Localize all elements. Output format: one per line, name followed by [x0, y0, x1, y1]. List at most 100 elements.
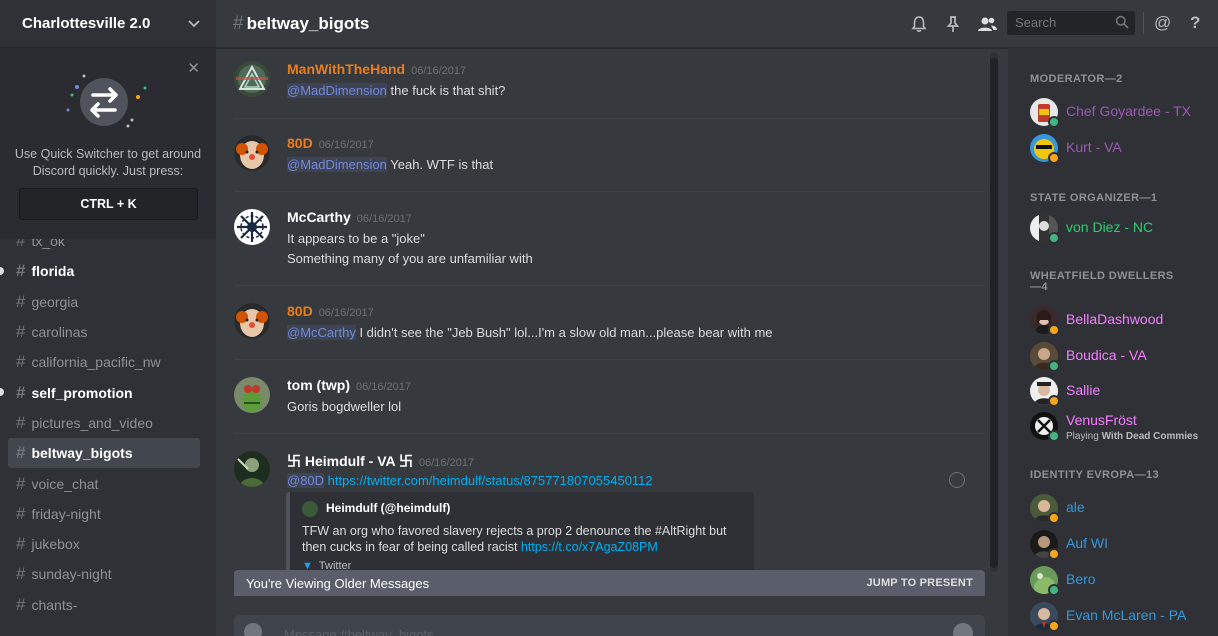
channel-item-jukebox[interactable]: # jukebox: [0, 529, 216, 559]
member-item[interactable]: Chef Goyardee - TX: [1030, 98, 1215, 130]
message-body: 80D 06/16/2017 @MadDimension Yeah. WTF i…: [287, 135, 977, 175]
help-icon[interactable]: ?: [1190, 13, 1200, 33]
user-mention[interactable]: @MadDimension: [287, 83, 387, 98]
older-messages-bar: You're Viewing Older Messages JUMP TO PR…: [234, 570, 985, 596]
hash-icon: #: [16, 322, 26, 342]
upload-plus-icon[interactable]: [244, 623, 262, 636]
channel-label: friday-night: [31, 505, 101, 522]
member-item[interactable]: Sallie: [1030, 377, 1215, 409]
member-list: MODERATOR—2 Chef Goyardee - TX Kurt - VA…: [1008, 48, 1218, 636]
embed-author[interactable]: Heimdulf (@heimdulf): [326, 501, 450, 515]
status-online-icon: [1048, 430, 1060, 442]
channel-label: self_promotion: [31, 384, 133, 401]
member-item[interactable]: Auf WI: [1030, 530, 1215, 562]
member-name: von Diez - NC: [1066, 219, 1154, 235]
server-header[interactable]: Charlottesville 2.0: [0, 0, 216, 48]
pin-icon[interactable]: [940, 11, 966, 37]
member-item[interactable]: Bero: [1030, 566, 1215, 598]
member-item[interactable]: VenusFröst Playing With Dead Commies: [1030, 412, 1215, 444]
channel-item-carolinas[interactable]: # carolinas: [0, 317, 216, 347]
channel-header: # beltway_bigots Search @ ?: [216, 0, 1218, 48]
message-text: the fuck is that shit?: [386, 83, 506, 98]
emoji-picker-icon[interactable]: [953, 623, 973, 636]
message-timestamp: 06/16/2017: [419, 457, 475, 469]
scrollbar-thumb[interactable]: [990, 58, 998, 568]
quick-switcher-illustration-icon: [66, 74, 147, 128]
message-body: McCarthy 06/16/2017 It appears to be a "…: [287, 209, 977, 269]
search-placeholder: Search: [1015, 15, 1057, 30]
member-name: Chef Goyardee - TX: [1066, 103, 1192, 119]
user-mention[interactable]: @80D: [287, 473, 325, 488]
search-input[interactable]: Search: [1007, 11, 1135, 35]
member-item[interactable]: BellaDashwood: [1030, 306, 1215, 338]
message-text: Goris bogdweller lol: [287, 399, 402, 414]
member-item[interactable]: von Diez - NC: [1030, 214, 1215, 246]
add-reaction-icon[interactable]: [949, 472, 965, 488]
message-body: tom (twp) 06/16/2017 Goris bogdweller lo…: [287, 377, 977, 417]
channel-title-text: beltway_bigots: [246, 13, 370, 33]
member-item[interactable]: Kurt - VA: [1030, 134, 1215, 166]
member-name: Bero: [1066, 571, 1096, 587]
avatar[interactable]: [234, 303, 270, 339]
message: McCarthy 06/16/2017 It appears to be a "…: [234, 209, 985, 269]
message-content: @80D https://twitter.com/heimdulf/status…: [287, 471, 977, 491]
channel-label: florida: [31, 263, 75, 280]
avatar[interactable]: [234, 377, 270, 413]
message-body: 卐 Heimdulf - VA 卐 06/16/2017 @80D https:…: [287, 451, 977, 491]
member-name: Sallie: [1066, 382, 1101, 398]
activity-game: With Dead Commies: [1101, 431, 1199, 442]
channel-sidebar: Charlottesville 2.0 ✕ Use Quick Switcher…: [0, 0, 216, 636]
channel-item-voice-chat[interactable]: # voice_chat: [0, 468, 216, 498]
message-scrollbar[interactable]: [990, 52, 998, 572]
user-mention[interactable]: @McCarthy: [287, 325, 356, 340]
channel-item-self-promotion[interactable]: # self_promotion: [0, 377, 216, 407]
channel-item-florida[interactable]: # florida: [0, 256, 216, 286]
message-content: @MadDimension the fuck is that shit?: [287, 81, 977, 101]
member-list-icon[interactable]: [974, 11, 1000, 37]
hash-icon: #: [16, 564, 26, 584]
message-author[interactable]: McCarthy: [287, 209, 351, 225]
channel-item-california-pacific-nw[interactable]: # california_pacific_nw: [0, 347, 216, 377]
close-icon[interactable]: ✕: [187, 59, 200, 77]
message-input[interactable]: Message #beltway_bigots: [234, 615, 985, 636]
header-icons: [906, 0, 1008, 48]
channel-item-beltway-bigots[interactable]: # beltway_bigots: [8, 438, 200, 469]
channel-item-sunday-night[interactable]: # sunday-night: [0, 559, 216, 589]
avatar[interactable]: [234, 135, 270, 171]
member-name: Boudica - VA: [1066, 347, 1147, 363]
member-item[interactable]: ale: [1030, 494, 1215, 526]
mentions-icon[interactable]: @: [1154, 13, 1171, 33]
message-text: Something many of you are unfamiliar wit…: [287, 251, 533, 266]
avatar[interactable]: [234, 451, 270, 487]
embed-link[interactable]: https://t.co/x7AgaZ08PM: [521, 540, 658, 554]
message: 80D 06/16/2017 @MadDimension Yeah. WTF i…: [234, 135, 985, 175]
channel-item-georgia[interactable]: # georgia: [0, 287, 216, 317]
message-author[interactable]: tom (twp): [287, 377, 350, 393]
user-mention[interactable]: @MadDimension: [287, 157, 387, 172]
member-item[interactable]: Boudica - VA: [1030, 342, 1215, 374]
quick-switcher-shortcut-button[interactable]: CTRL + K: [19, 188, 198, 220]
member-name: VenusFröst: [1066, 412, 1137, 428]
quick-switcher-line2: Discord quickly. Just press:: [32, 164, 184, 178]
avatar[interactable]: [234, 61, 270, 97]
channel-item-pictures-and-video[interactable]: # pictures_and_video: [0, 408, 216, 438]
status-idle-icon: [1048, 512, 1060, 524]
chevron-down-icon[interactable]: [188, 15, 200, 33]
channel-item-chants[interactable]: # chants-: [0, 590, 216, 620]
message-author[interactable]: ManWithTheHand: [287, 61, 405, 77]
message-header: 80D 06/16/2017: [287, 303, 977, 322]
message-author[interactable]: 80D: [287, 303, 313, 319]
message-author[interactable]: 卐 Heimdulf - VA 卐: [287, 451, 413, 471]
channel-item-friday-night[interactable]: # friday-night: [0, 499, 216, 529]
member-group-title: IDENTITY EVROPA—13: [1030, 469, 1160, 481]
message-link[interactable]: https://twitter.com/heimdulf/status/8757…: [328, 473, 653, 488]
member-group-title: STATE ORGANIZER—1: [1030, 192, 1158, 204]
avatar[interactable]: [234, 209, 270, 245]
jump-to-present-button[interactable]: JUMP TO PRESENT: [866, 577, 973, 589]
member-item[interactable]: Evan McLaren - PA: [1030, 602, 1215, 634]
message-author[interactable]: 80D: [287, 135, 313, 151]
bell-icon[interactable]: [906, 11, 932, 37]
channel-title: # beltway_bigots: [233, 13, 369, 35]
search-icon: [1115, 15, 1129, 32]
channel-label: chants-: [31, 596, 78, 613]
